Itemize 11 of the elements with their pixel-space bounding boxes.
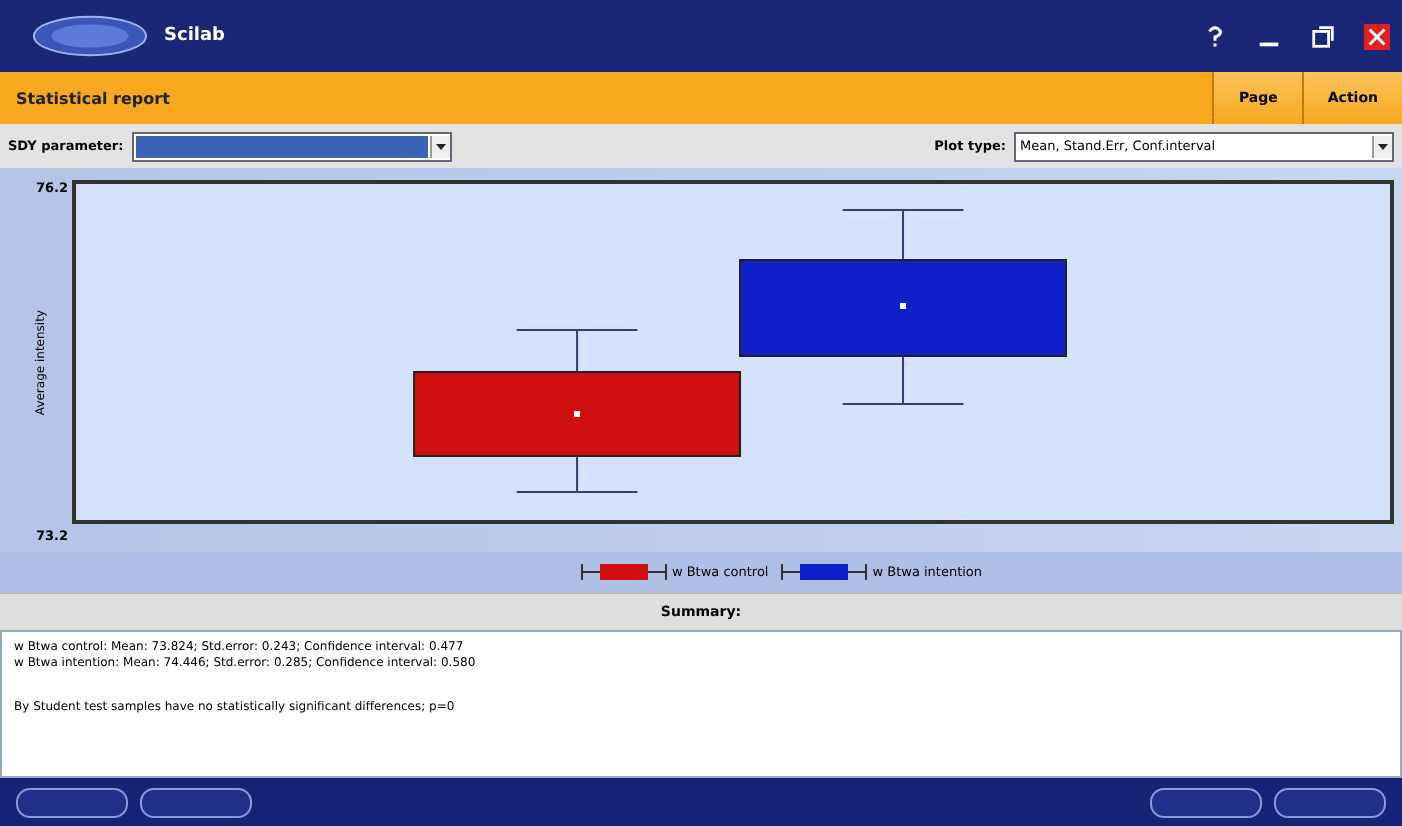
app-name: Scilab: [164, 26, 226, 46]
footer-button[interactable]: [1150, 787, 1262, 817]
footer-button[interactable]: [140, 787, 252, 817]
logo-icon: [32, 14, 148, 58]
footer-button[interactable]: [16, 787, 128, 817]
footer-button[interactable]: [1274, 787, 1386, 817]
report-title: Statistical report: [16, 89, 170, 107]
parameter-dropdown[interactable]: [131, 131, 452, 161]
close-icon[interactable]: [1364, 23, 1390, 49]
help-icon[interactable]: [1202, 23, 1228, 49]
restore-icon[interactable]: [1310, 23, 1336, 49]
